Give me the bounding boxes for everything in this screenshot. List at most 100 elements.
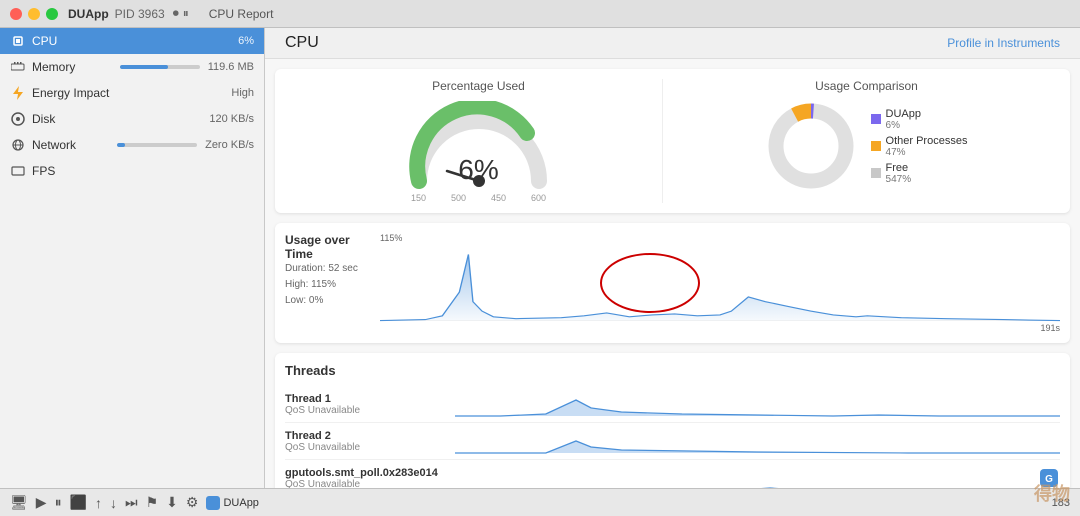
network-bar-fill [117,143,125,147]
thread-2-info: Thread 2 QoS Unavailable [285,430,445,453]
sidebar-item-memory[interactable]: Memory 119.6 MB [0,54,264,80]
watermark: 得物 [1034,480,1070,506]
sidebar-energy-label: Energy Impact [32,86,231,100]
legend: DUApp 6% Other Processes 47% [871,108,968,185]
gauge-label-600: 600 [531,193,546,203]
legend-item-free: Free 547% [871,162,968,185]
app-name: DUApp [68,7,109,21]
usage-chart-area: 115% [380,233,1060,333]
thread-gpu1-info: gputools.smt_poll.0x283e014 QoS Unavaila… [285,467,445,489]
legend-label-duapp: DUApp [886,108,921,120]
maximize-button[interactable] [46,8,58,20]
threads-title: Threads [285,363,1060,378]
profile-instruments-button[interactable]: Profile in Instruments [947,36,1060,50]
sidebar-disk-label: Disk [32,112,209,126]
thread-1-info: Thread 1 QoS Unavailable [285,393,445,416]
legend-item-other: Other Processes 47% [871,135,968,158]
network-progress-bar [117,143,197,147]
close-button[interactable] [10,8,22,20]
usage-comparison-section: Usage Comparison DUAp [662,79,1050,203]
title-bar: DUApp PID 3963 ⏺ ⏸ CPU Report [0,0,1080,28]
memory-progress-bar [120,65,200,69]
flag-icon[interactable]: ⚑ [146,494,159,511]
sidebar-network-value: Zero KB/s [205,139,254,151]
sidebar-item-fps[interactable]: FPS [0,158,264,184]
sidebar-memory-value: 119.6 MB [208,61,254,73]
sidebar-item-cpu[interactable]: CPU 6% [0,28,264,54]
sidebar-disk-value: 120 KB/s [209,113,254,125]
gauge-label-450: 450 [491,193,506,203]
sidebar-item-network[interactable]: Network Zero KB/s [0,132,264,158]
stop-icon[interactable]: ⬛ [70,494,87,511]
tab-label: CPU Report [209,7,274,21]
pause-icon-bottom[interactable]: ⏸ [55,494,62,511]
high-label: High: 115% [285,279,336,290]
sidebar-network-label: Network [32,138,117,152]
thread-row-gpu1: gputools.smt_poll.0x283e014 QoS Unavaila… [285,460,1060,488]
sidebar: CPU 6% Memory 119.6 MB Energy Impact Hig… [0,28,265,488]
percentage-used-label: Percentage Used [432,79,525,93]
sidebar-cpu-label: CPU [32,34,238,48]
memory-bar-fill [120,65,168,69]
sidebar-item-disk[interactable]: Disk 120 KB/s [0,106,264,132]
thread-gpu1-svg [455,464,1028,488]
legend-label-free: Free [886,162,912,174]
legend-pct-free: 547% [886,174,912,185]
down-icon[interactable]: ⬇ [166,494,178,511]
memory-icon [10,59,26,75]
thread-1-chart [455,390,1060,418]
threads-section: Threads Thread 1 QoS Unavailable Thread … [275,353,1070,488]
end-time-label: 191s [1040,323,1060,333]
play-icon[interactable]: ▶ [36,494,47,511]
thread-gpu1-name: gputools.smt_poll.0x283e014 [285,467,445,479]
legend-color-duapp [871,114,881,124]
charts-row: Percentage Used 6% 150 [275,69,1070,213]
arrow-icon[interactable]: ↓ [110,495,117,511]
title-bar-icons: ⏺ ⏸ [173,6,189,21]
sidebar-cpu-value: 6% [238,35,254,47]
gauge-labels: 150 500 450 600 [399,193,559,203]
export-icon[interactable]: ↑ [95,495,102,511]
thread-gpu1-qos: QoS Unavailable [285,479,445,489]
usage-over-time-section: Usage overTime Duration: 52 sec High: 11… [275,223,1070,343]
bottom-toolbar: 🖥 ▶ ⏸ ⬛ ↑ ↓ ⏭ ⚑ ⬇ ⚙ DUApp 183 [0,488,1080,516]
thread-2-name: Thread 2 [285,430,445,442]
energy-icon [10,85,26,101]
record-icon: ⏺ [173,6,179,21]
percentage-used-section: Percentage Used 6% 150 [295,79,662,203]
legend-label-other: Other Processes [886,135,968,147]
sidebar-energy-value: High [231,87,254,99]
max-label: 115% [380,233,402,243]
thread-1-name: Thread 1 [285,393,445,405]
settings-icon[interactable]: ⚙ [186,494,199,511]
legend-pct-other: 47% [886,147,968,158]
app-pid: PID 3963 [115,7,165,21]
thread-2-qos: QoS Unavailable [285,442,445,453]
bottom-app-name: DUApp [223,497,258,509]
low-label: Low: 0% [285,295,323,306]
donut-chart-container: DUApp 6% Other Processes 47% [766,101,968,191]
disk-icon [10,111,26,127]
thread-1-qos: QoS Unavailable [285,405,445,416]
thread-gpu1-chart [455,464,1028,488]
gauge-value: 6% [458,154,498,186]
sidebar-item-energy[interactable]: Energy Impact High [0,80,264,106]
network-icon [10,137,26,153]
fps-icon [10,163,26,179]
monitor-icon[interactable]: 🖥 [10,494,28,511]
legend-item-duapp: DUApp 6% [871,108,968,131]
legend-pct-duapp: 6% [886,120,921,131]
usage-meta: Duration: 52 sec High: 115% Low: 0% [285,261,365,309]
duration-label: Duration: 52 sec [285,263,358,274]
cpu-icon [10,33,26,49]
forward-icon[interactable]: ⏭ [125,494,138,511]
gauge-chart: 6% [399,101,559,191]
minimize-button[interactable] [28,8,40,20]
gauge-label-150: 150 [411,193,426,203]
app-indicator: DUApp [206,496,258,510]
usage-chart-svg [380,245,1060,330]
content-area: CPU Profile in Instruments Percentage Us… [265,28,1080,488]
app-icon-small [206,496,220,510]
window-controls[interactable] [10,8,58,20]
donut-svg [766,101,856,191]
